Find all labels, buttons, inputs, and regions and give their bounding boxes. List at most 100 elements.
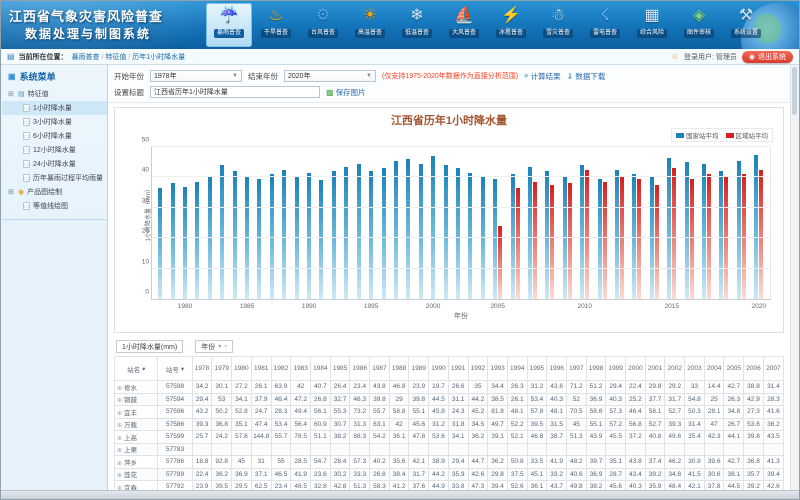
- bar-national-2016[interactable]: [685, 162, 689, 299]
- sidebar-item[interactable]: ▭3小时降水量: [2, 115, 107, 129]
- toolbar-drought-button[interactable]: ♨干旱普查: [253, 3, 299, 47]
- column-header-year-1984[interactable]: 1984: [311, 357, 331, 381]
- toolbar-composite-button[interactable]: ▦综合风险: [629, 3, 675, 47]
- bar-national-2011[interactable]: [598, 179, 602, 299]
- column-header-year-1983[interactable]: 1983: [291, 357, 311, 381]
- bar-national-2019[interactable]: [737, 161, 741, 299]
- column-header-year-1989[interactable]: 1989: [409, 357, 429, 381]
- bar-national-1991[interactable]: [319, 180, 323, 299]
- column-header-year-2004[interactable]: 2004: [704, 357, 724, 381]
- toolbar-typhoon-button[interactable]: ⚙台风普查: [300, 3, 346, 47]
- table-row[interactable]: ⊕宜丰5759643.250.252.824.728.349.456.155.3…: [115, 406, 784, 419]
- row-expander-icon[interactable]: ⊕: [117, 423, 122, 429]
- bar-national-1994[interactable]: [357, 164, 361, 299]
- table-row[interactable]: ⊕萍乡5778618.892.845315528.554.728.457.340…: [115, 456, 784, 469]
- column-header-year-1978[interactable]: 1978: [192, 357, 212, 381]
- bar-regional-2008[interactable]: [550, 185, 554, 299]
- bar-national-1990[interactable]: [307, 173, 311, 299]
- table-row[interactable]: ⊕莲花5778922.436.236.937.146.541.923.630.2…: [115, 468, 784, 481]
- station-name-cell[interactable]: ⊕铜鼓: [115, 393, 158, 406]
- table-row[interactable]: ⊕上高5759925.724.257.8144.855.778.551.138.…: [115, 431, 784, 444]
- row-expander-icon[interactable]: ⊕: [117, 473, 122, 479]
- row-expander-icon[interactable]: ⊕: [117, 461, 122, 467]
- sort-icon[interactable]: ▾: [142, 365, 145, 373]
- column-header-id[interactable]: 站号▾: [158, 357, 192, 381]
- column-header-year-1997[interactable]: 1997: [566, 357, 586, 381]
- bar-regional-2009[interactable]: [568, 183, 572, 299]
- data-table-wrap[interactable]: 站名▾站号▾1978197919801981198219831984198519…: [114, 356, 784, 490]
- bar-national-1996[interactable]: [382, 168, 386, 299]
- station-name-cell[interactable]: ⊕萍乡: [115, 456, 158, 469]
- bar-regional-2011[interactable]: [603, 182, 607, 299]
- bar-national-1983[interactable]: [220, 165, 224, 299]
- row-expander-icon[interactable]: ⊕: [117, 436, 122, 442]
- bar-national-2000[interactable]: [431, 156, 435, 299]
- station-name-cell[interactable]: ⊕万载: [115, 418, 158, 431]
- station-name-cell[interactable]: ⊕修水: [115, 381, 158, 394]
- download-button[interactable]: ⇓ 数据下载: [567, 71, 606, 82]
- expander-icon[interactable]: ⊞: [8, 188, 15, 196]
- bar-national-1979[interactable]: [171, 183, 175, 299]
- legend-item[interactable]: 国家站平均: [676, 130, 719, 140]
- column-header-year-2006[interactable]: 2006: [744, 357, 764, 381]
- bar-regional-2015[interactable]: [672, 168, 676, 299]
- bar-national-1997[interactable]: [394, 161, 398, 299]
- breadcrumb-item[interactable]: 历年1小时降水量: [132, 54, 185, 61]
- bar-national-2012[interactable]: [615, 170, 619, 299]
- row-expander-icon[interactable]: ⊕: [117, 448, 122, 454]
- logout-button[interactable]: ◉ 退出系统: [742, 51, 793, 63]
- sidebar-item[interactable]: ▭历年暴雨过程平均雨量: [2, 171, 107, 185]
- bar-national-1984[interactable]: [233, 171, 237, 299]
- sidebar-item[interactable]: ▭1小时降水量: [2, 101, 107, 115]
- bar-national-2010[interactable]: [580, 165, 584, 299]
- bar-regional-2010[interactable]: [585, 170, 589, 299]
- bar-national-2001[interactable]: [444, 165, 448, 299]
- column-header-year-1979[interactable]: 1979: [212, 357, 232, 381]
- toolbar-gale-button[interactable]: ⛵大风普查: [441, 3, 487, 47]
- column-header-name[interactable]: 站名▾: [115, 357, 158, 381]
- column-header-year-1992[interactable]: 1992: [468, 357, 488, 381]
- toolbar-high-temp-button[interactable]: ☀高温普查: [347, 3, 393, 47]
- column-header-year-1990[interactable]: 1990: [429, 357, 449, 381]
- column-header-year-1998[interactable]: 1998: [586, 357, 606, 381]
- end-year-select[interactable]: 2020年 ▼: [284, 70, 376, 82]
- bar-national-1999[interactable]: [419, 164, 423, 299]
- column-header-year-1986[interactable]: 1986: [350, 357, 370, 381]
- column-header-year-2000[interactable]: 2000: [626, 357, 646, 381]
- bar-regional-2013[interactable]: [637, 179, 641, 299]
- toolbar-rainstorm-button[interactable]: ☔暴雨普查: [206, 3, 252, 47]
- column-header-year-1995[interactable]: 1995: [527, 357, 547, 381]
- bar-regional-2016[interactable]: [690, 179, 694, 299]
- toolbar-lightning-button[interactable]: ☇雷电普查: [582, 3, 628, 47]
- toolbar-snow-button[interactable]: ☃雪灾普查: [535, 3, 581, 47]
- bar-regional-2007[interactable]: [533, 182, 537, 299]
- vertical-scrollbar-thumb[interactable]: [792, 67, 797, 115]
- bar-national-2004[interactable]: [481, 177, 485, 299]
- column-header-year-1981[interactable]: 1981: [251, 357, 271, 381]
- station-name-cell[interactable]: ⊕上栗: [115, 443, 158, 456]
- save-image-button[interactable]: ▩ 保存图片: [326, 87, 366, 98]
- bar-regional-2006[interactable]: [516, 188, 520, 299]
- table-row[interactable]: ⊕修水5759834.230.127.226.163.94240.726.423…: [115, 381, 784, 394]
- bar-national-2015[interactable]: [667, 158, 671, 299]
- column-header-year-1991[interactable]: 1991: [448, 357, 468, 381]
- column-header-year-1982[interactable]: 1982: [271, 357, 291, 381]
- table-row[interactable]: ⊕宜春5779223.939.529.562.523.446.532.842.8…: [115, 481, 784, 491]
- legend-item[interactable]: 区域站平均: [726, 130, 769, 140]
- start-year-select[interactable]: 1978年 ▼: [150, 70, 242, 82]
- column-header-year-2002[interactable]: 2002: [665, 357, 685, 381]
- sidebar-item[interactable]: ▭6小时降水量: [2, 129, 107, 143]
- row-expander-icon[interactable]: ⊕: [117, 386, 122, 392]
- column-header-year-1980[interactable]: 1980: [232, 357, 252, 381]
- row-expander-icon[interactable]: ⊕: [117, 411, 122, 417]
- bar-national-1978[interactable]: [158, 188, 162, 299]
- year-filter-chip[interactable]: 年份 ▾ ▿: [195, 340, 233, 353]
- bar-national-1986[interactable]: [257, 179, 261, 299]
- station-name-cell[interactable]: ⊕莲花: [115, 468, 158, 481]
- chart-title-input[interactable]: 江西省历年1小时降水量: [150, 86, 320, 98]
- toolbar-hail-button[interactable]: ⚡冰雹普查: [488, 3, 534, 47]
- expander-icon[interactable]: ⊞: [8, 90, 15, 98]
- bar-national-2017[interactable]: [702, 164, 706, 299]
- bar-national-2003[interactable]: [468, 173, 472, 299]
- bar-national-1981[interactable]: [195, 182, 199, 299]
